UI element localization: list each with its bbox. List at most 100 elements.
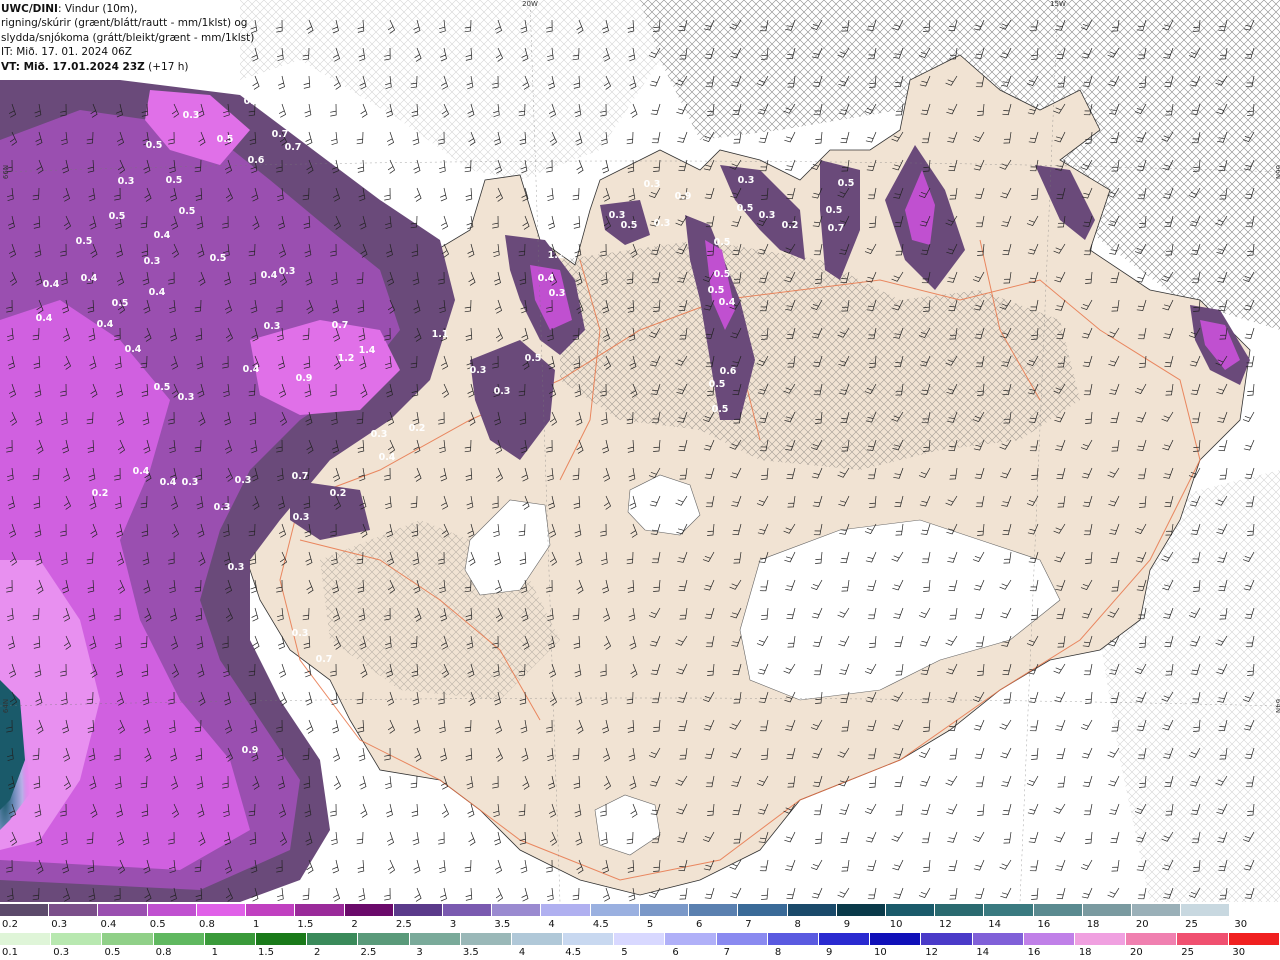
precip-value-label: 0.4 bbox=[243, 364, 260, 375]
legend-tick-label: 1 bbox=[252, 919, 260, 930]
title-line1: : Vindur (10m), bbox=[57, 3, 138, 15]
legend-color-cell bbox=[1181, 904, 1231, 916]
legend-color-cell bbox=[541, 904, 591, 916]
precip-value-label: 0.9 bbox=[675, 191, 692, 202]
precip-value-label: 0.5 bbox=[709, 379, 726, 390]
graticule-label: 64N bbox=[1274, 699, 1280, 713]
precip-value-label: 0.2 bbox=[92, 488, 109, 499]
legend-color-cell bbox=[639, 904, 690, 916]
legend-color-cell bbox=[590, 904, 640, 916]
legend-tick-label: 12 bbox=[939, 919, 952, 930]
precip-value-label: 0.3 bbox=[144, 256, 161, 267]
legend-color-cell bbox=[1023, 933, 1075, 945]
precip-value-label: 0.4 bbox=[97, 319, 114, 330]
precip-value-label: 0.5 bbox=[112, 298, 129, 309]
legend-tick-label: 25 bbox=[1181, 947, 1194, 958]
legend-color-cell bbox=[1177, 933, 1229, 945]
legend-color-cell bbox=[1033, 904, 1083, 916]
legend-color-cell bbox=[393, 904, 443, 916]
legend-color-cell bbox=[409, 933, 461, 945]
precip-value-label: 0.5 bbox=[838, 178, 855, 189]
legend-tick-label: 2 bbox=[351, 919, 358, 930]
precip-value-label: 0.7 bbox=[828, 223, 845, 234]
precip-value-label: 0.2 bbox=[330, 488, 347, 499]
legend-color-cell bbox=[307, 933, 359, 945]
legend-tick-label: 3 bbox=[449, 919, 457, 930]
legend-tick-label: 2.5 bbox=[395, 919, 412, 930]
init-time: IT: Mið. 17. 01. 2024 06Z bbox=[1, 46, 132, 59]
valid-time: VT: Mið. 17.01.2024 23Z bbox=[1, 60, 145, 73]
precip-value-label: 0.5 bbox=[714, 269, 731, 280]
precip-value-label: 0.3 bbox=[292, 628, 309, 639]
precip-value-label: 0.3 bbox=[549, 288, 566, 299]
precip-value-label: 0.4 bbox=[538, 273, 555, 284]
precip-value-label: 0.4 bbox=[43, 279, 60, 290]
precip-value-label: 0.5 bbox=[210, 253, 227, 264]
precip-value-label: 0.3 bbox=[293, 512, 310, 523]
legend-tick-label: 2.5 bbox=[360, 947, 377, 958]
precip-value-label: 0.7 bbox=[316, 654, 333, 665]
legend-tick-label: 0.2 bbox=[2, 919, 18, 930]
legend-tick-label: 25 bbox=[1185, 919, 1198, 930]
precip-value-label: 0.5 bbox=[826, 205, 843, 216]
legend-color-cell bbox=[204, 933, 256, 945]
precip-value-label: 0.7 bbox=[292, 471, 309, 482]
legend-tick-label: 10 bbox=[874, 947, 887, 958]
legend-color-cell bbox=[344, 904, 394, 916]
legend-tick-label: 0.8 bbox=[198, 919, 215, 930]
legend-color-cell bbox=[0, 904, 50, 916]
precip-value-label: 0.3 bbox=[371, 429, 388, 440]
graticule-label: 64N bbox=[2, 699, 10, 713]
legend-tick-label: 9 bbox=[826, 947, 833, 958]
snow-scale-ticks: 0.2 0.3 0.4 0.5 0.8 1 1.5 2 2.5 3 3.5 4 4.5 5 6 7 8 9 10 12… bbox=[0, 919, 1280, 931]
legend-color-cell bbox=[1082, 904, 1133, 916]
precip-value-label: 0.5 bbox=[712, 404, 729, 415]
legend-tick-label: 8 bbox=[774, 947, 782, 958]
precip-value-label: 0.4 bbox=[149, 287, 166, 298]
map-title: UWC/DINI: Vindur (10m), rigning/skúrir (… bbox=[0, 0, 254, 80]
precip-value-label: 0.3 bbox=[317, 729, 334, 740]
legend-tick-label: 0.1 bbox=[2, 947, 18, 958]
precip-value-label: 1.1 bbox=[432, 329, 449, 340]
graticule-label: 66N bbox=[2, 165, 10, 179]
legend-tick-label: 1.5 bbox=[258, 947, 274, 958]
legend-tick-label: 4 bbox=[548, 919, 555, 930]
title-line3: slydda/snjókoma (grátt/bleikt/grænt - mm… bbox=[1, 31, 255, 44]
rain-color-scale bbox=[0, 933, 1280, 945]
precip-value-label: 0.3 bbox=[644, 179, 661, 190]
precip-value-label: 0.5 bbox=[76, 236, 93, 247]
precip-value-label: 0.3 bbox=[228, 562, 245, 573]
title-line2: rigning/skúrir (grænt/blátt/rautt - mm/1… bbox=[1, 17, 248, 30]
legend-color-cell bbox=[442, 904, 493, 916]
precip-value-label: 0.5 bbox=[166, 175, 183, 186]
legend-color-cell bbox=[870, 933, 922, 945]
precip-value-label: 0.4 bbox=[160, 477, 177, 488]
precip-value-label: 0.9 bbox=[242, 745, 259, 756]
precip-value-label: 0.3 bbox=[183, 110, 200, 121]
precip-value-label: 1.2 bbox=[338, 353, 355, 364]
legend-tick-label: 12 bbox=[925, 947, 938, 958]
legend-tick-label: 3.5 bbox=[494, 919, 511, 930]
precip-value-label: 0.3 bbox=[470, 365, 487, 376]
legend-tick-label: 30 bbox=[1232, 947, 1246, 958]
legend-color-cell bbox=[295, 904, 345, 916]
legend-tick-label: 18 bbox=[1078, 947, 1092, 958]
legend-color-cell bbox=[689, 904, 739, 916]
legend-color-cell bbox=[972, 933, 1024, 945]
legend-color-cell bbox=[935, 904, 985, 916]
legend-color-cell bbox=[984, 904, 1034, 916]
precip-value-label: 0.5 bbox=[109, 211, 126, 222]
precip-value-label: 0.3 bbox=[494, 386, 511, 397]
legend-color-cell bbox=[819, 933, 871, 945]
precip-value-label: 0.2 bbox=[409, 423, 426, 434]
legend-color-cell bbox=[1228, 933, 1280, 945]
legend-tick-label: 8 bbox=[794, 919, 801, 930]
precip-value-label: 0.5 bbox=[217, 134, 234, 145]
precip-value-label: 0.3 bbox=[118, 176, 135, 187]
legend-color-cell bbox=[196, 904, 247, 916]
legend-tick-label: 0.4 bbox=[100, 919, 117, 930]
precip-value-label: 0.4 bbox=[154, 230, 171, 241]
legend-color-cell bbox=[1074, 933, 1127, 945]
legend-color-cell bbox=[767, 933, 819, 945]
precip-value-label: 0.5 bbox=[621, 220, 638, 231]
